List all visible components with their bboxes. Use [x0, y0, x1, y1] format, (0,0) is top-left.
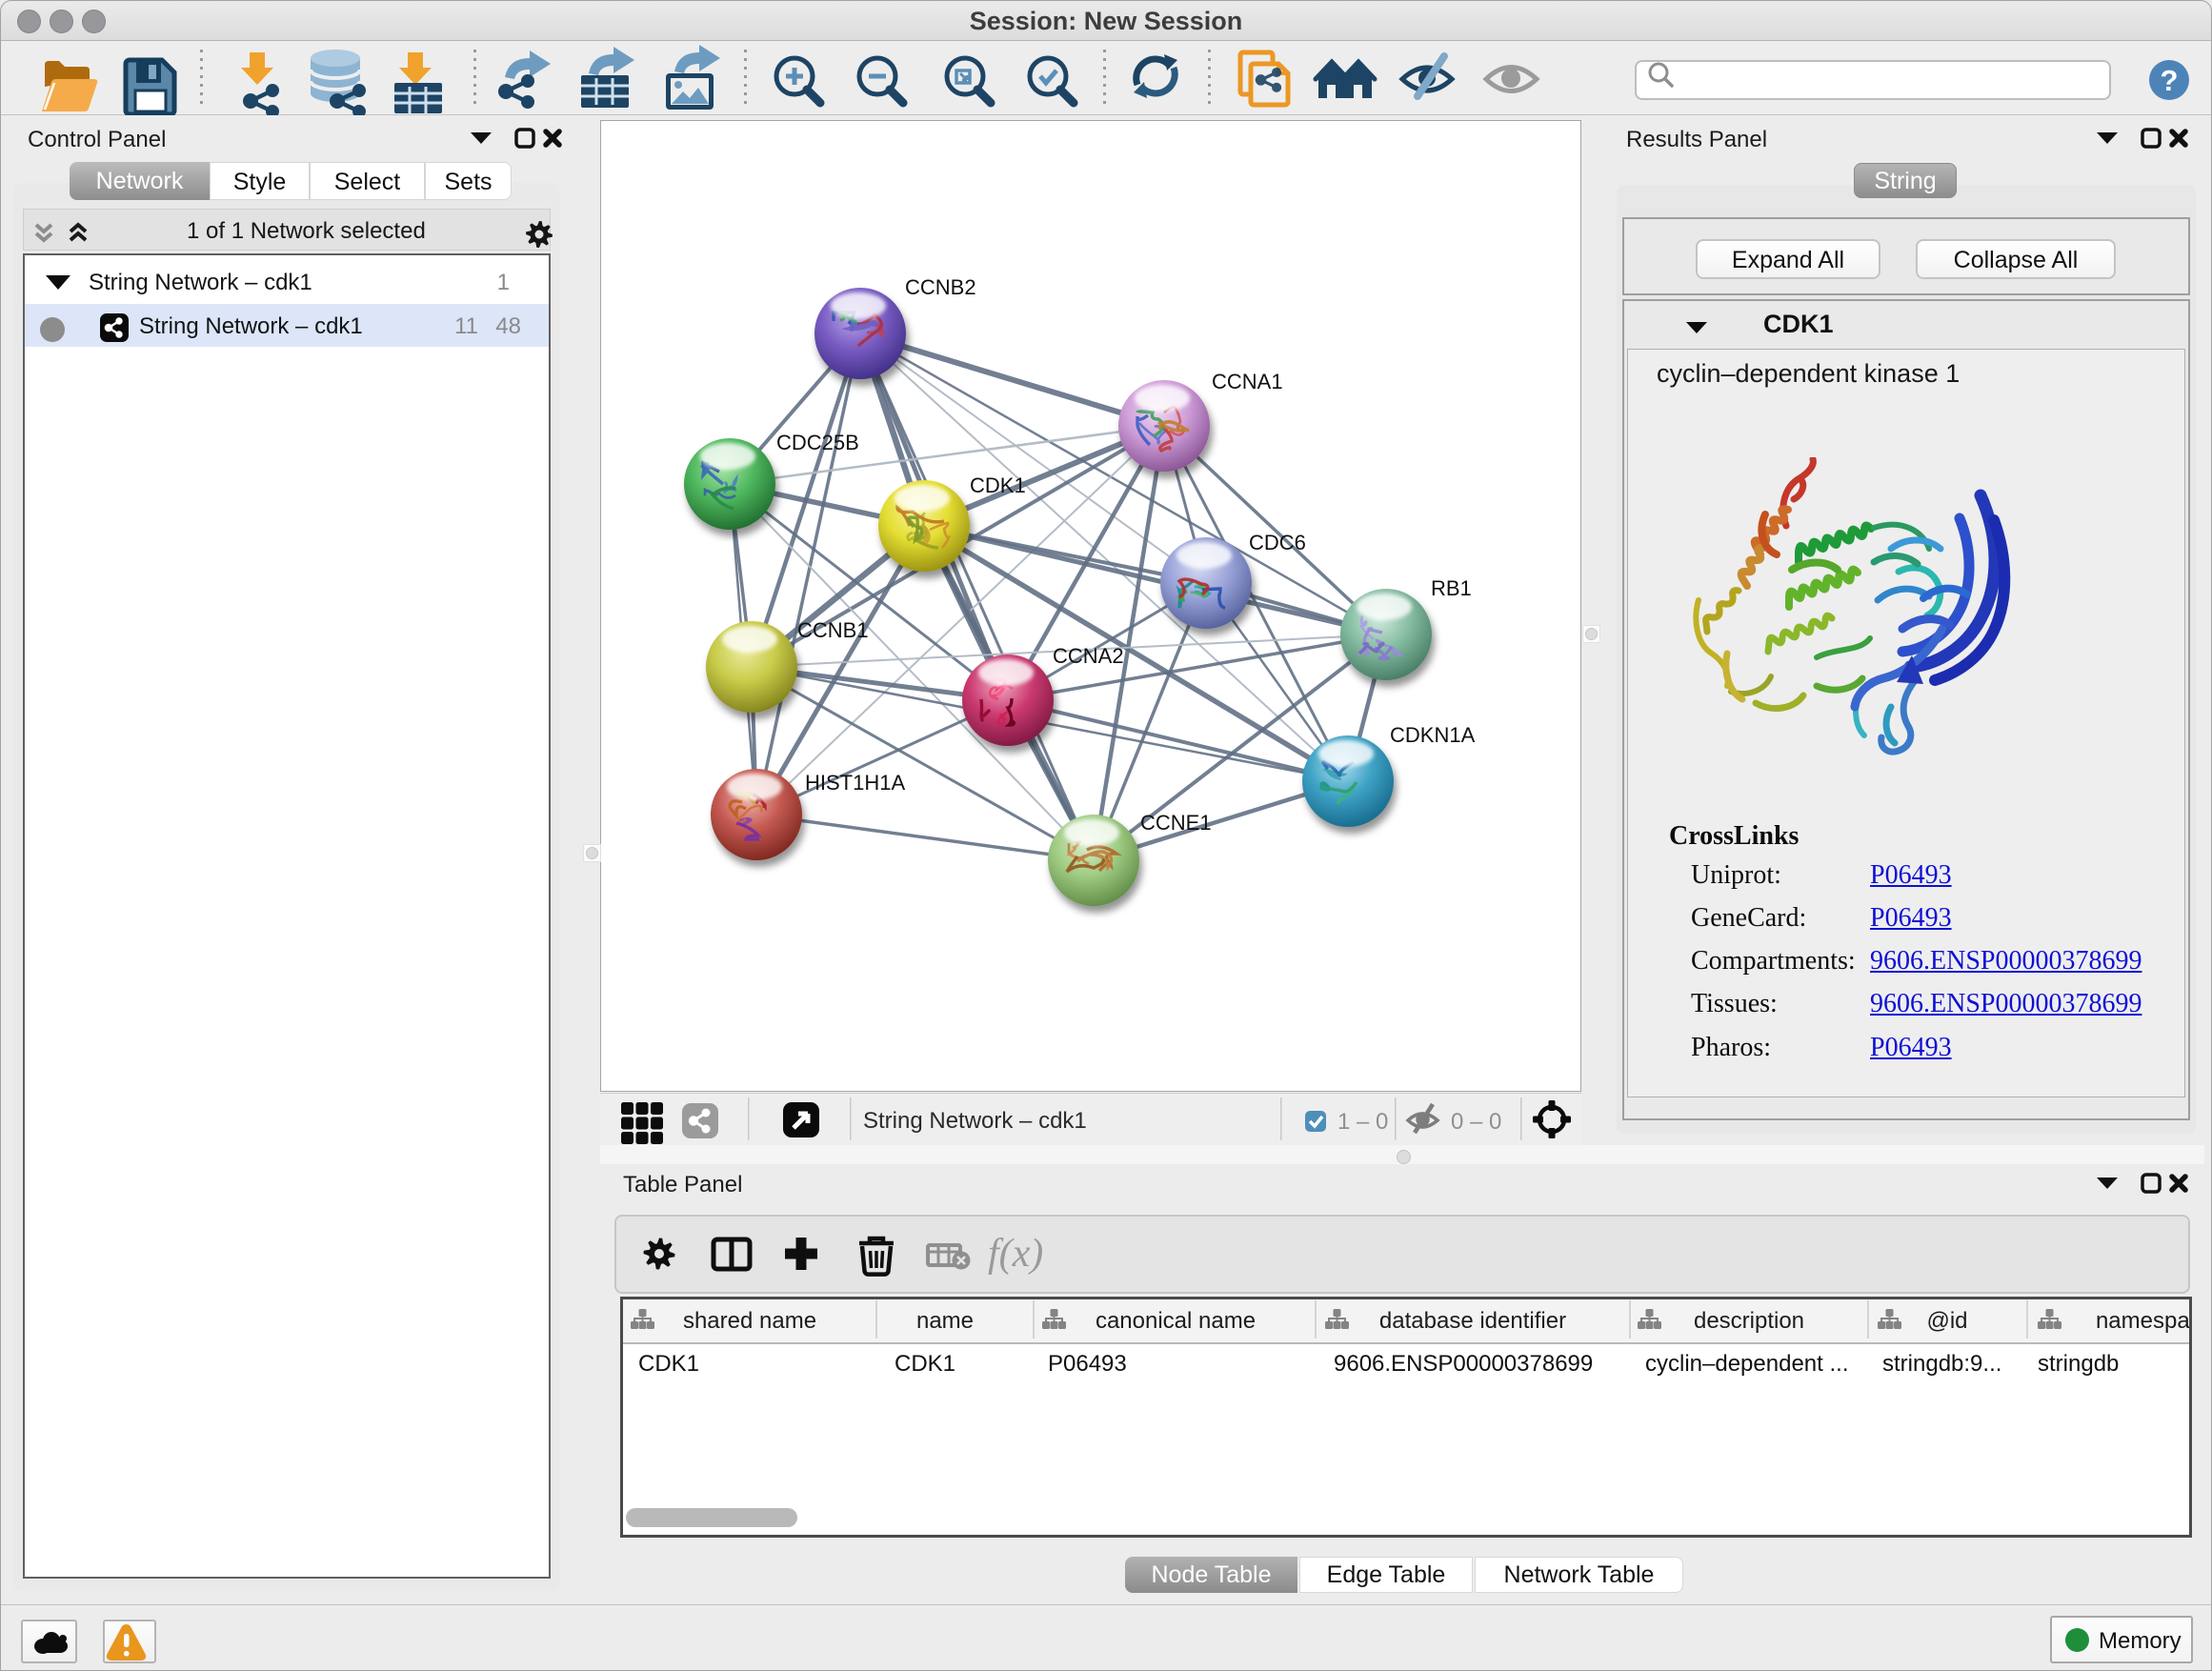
svg-text:database identifier: database identifier [1379, 1308, 1566, 1334]
svg-text:canonical name: canonical name [1096, 1308, 1256, 1334]
svg-text:CCNA1: CCNA1 [1212, 370, 1283, 393]
svg-text:@id: @id [1926, 1308, 1967, 1334]
svg-text:String Network – cdk1: String Network – cdk1 [863, 1108, 1087, 1134]
svg-text:CDC6: CDC6 [1249, 531, 1306, 554]
svg-text:HIST1H1A: HIST1H1A [805, 771, 905, 795]
svg-text:f(x): f(x) [988, 1232, 1043, 1276]
svg-text:CDK1: CDK1 [970, 473, 1026, 497]
svg-text:CDC25B: CDC25B [776, 431, 859, 454]
svg-text:CCNB2: CCNB2 [905, 275, 976, 299]
svg-text:description: description [1694, 1308, 1804, 1334]
svg-text:CDKN1A: CDKN1A [1390, 723, 1476, 747]
svg-text:9606.ENSP00000378699: 9606.ENSP00000378699 [1334, 1351, 1593, 1377]
svg-text:name: name [916, 1308, 974, 1334]
svg-text:P06493: P06493 [1048, 1351, 1127, 1377]
svg-text:stringdb: stringdb [2038, 1351, 2119, 1377]
svg-text:1 – 0: 1 – 0 [1337, 1109, 1388, 1135]
svg-text:RB1: RB1 [1431, 576, 1472, 600]
svg-text:cyclin–dependent ...: cyclin–dependent ... [1645, 1351, 1848, 1377]
svg-text:0 – 0: 0 – 0 [1451, 1109, 1501, 1135]
svg-text:CDK1: CDK1 [895, 1351, 955, 1377]
svg-text:CCNB1: CCNB1 [797, 618, 869, 642]
svg-text:CDK1: CDK1 [638, 1351, 699, 1377]
svg-text:CCNA2: CCNA2 [1053, 644, 1124, 668]
svg-text:shared name: shared name [683, 1308, 816, 1334]
svg-text:CCNE1: CCNE1 [1140, 811, 1212, 835]
svg-text:namespace: namespace [2096, 1308, 2192, 1334]
svg-text:?: ? [2161, 64, 2179, 97]
svg-text:stringdb:9...: stringdb:9... [1882, 1351, 2001, 1377]
